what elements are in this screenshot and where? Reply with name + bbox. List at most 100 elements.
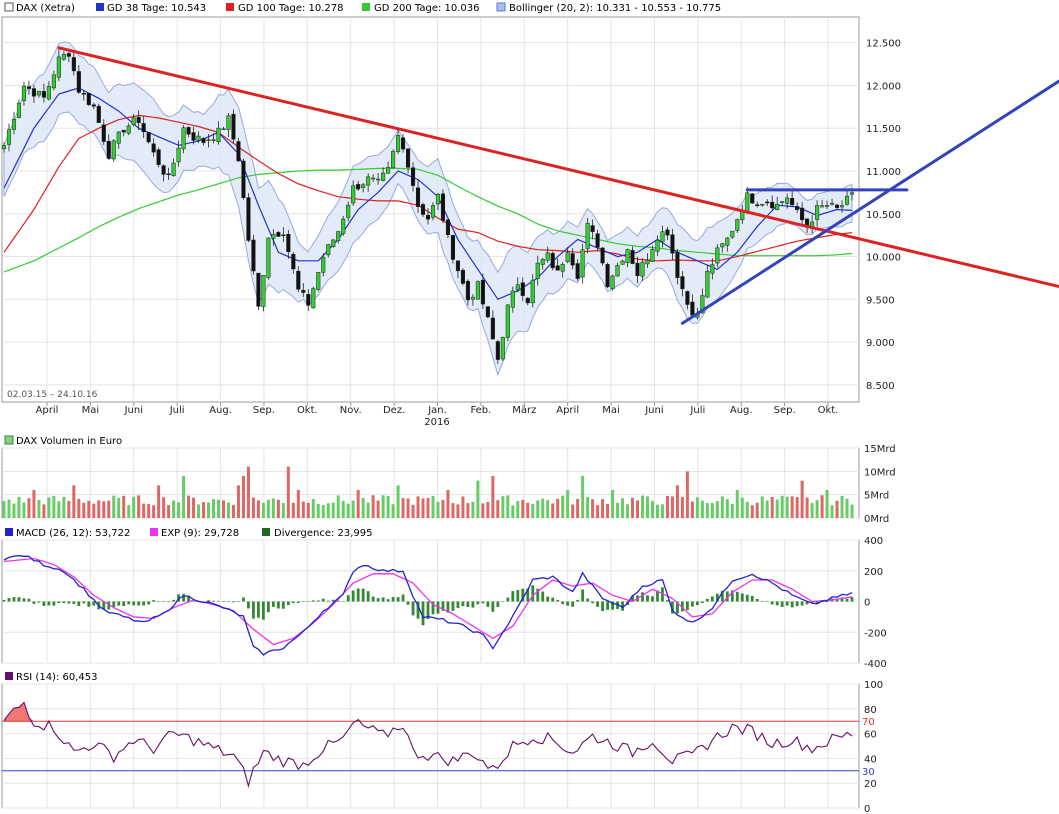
candle-body [166, 173, 171, 176]
divergence-bar [217, 600, 220, 602]
price-y-tick: 9.500 [866, 295, 895, 306]
candle-body [246, 197, 251, 241]
volume-bar [441, 500, 445, 518]
candle-body [640, 261, 645, 277]
price-y-tick: 10.000 [866, 253, 901, 264]
price-panel: DAX (Xetra) GD 38 Tage: 10.543 GD 100 Ta… [1, 2, 1059, 428]
volume-bar [641, 495, 645, 518]
candle-body [795, 206, 800, 210]
volume-bar [591, 499, 595, 518]
divergence-bar [795, 601, 799, 607]
divergence-bar [551, 597, 555, 602]
divergence-bar [491, 601, 495, 612]
price-x-tick: Juni [644, 405, 663, 416]
candle-body [86, 93, 91, 105]
candle-body [685, 291, 690, 305]
legend-swatch-bollinger [496, 2, 506, 12]
candle-body [326, 244, 331, 256]
candle-body [56, 56, 61, 78]
candle-body [261, 275, 266, 307]
candle-body [51, 74, 56, 89]
divergence-bar [22, 598, 26, 602]
macd-y-tick: -200 [864, 628, 887, 639]
divergence-bar [152, 600, 156, 602]
volume-bar [142, 503, 146, 518]
volume-y-tick: 10Mrd [864, 467, 896, 478]
divergence-bar [247, 601, 250, 609]
candle-body [815, 205, 820, 220]
candle-body [790, 198, 795, 206]
divergence-bar [476, 601, 480, 605]
candle-body [755, 204, 760, 206]
volume-bar [431, 495, 435, 518]
volume-bar [162, 497, 166, 518]
candle-body [705, 270, 710, 298]
legend-swatch-macd [5, 528, 13, 536]
divergence-bar [62, 601, 66, 604]
divergence-bar [845, 598, 849, 602]
volume-bar [790, 496, 794, 518]
candle-body [151, 143, 156, 153]
divergence-bar [461, 601, 465, 607]
divergence-bar [167, 601, 171, 602]
divergence-bar [641, 592, 644, 602]
divergence-bar [271, 601, 275, 607]
candle-body [161, 165, 166, 175]
candle-body [745, 192, 750, 212]
volume-bar [167, 505, 171, 518]
divergence-bar [321, 598, 325, 602]
candle-body [725, 237, 730, 246]
candle-body [620, 260, 625, 265]
divergence-bar [286, 601, 290, 606]
volume-bar [286, 466, 290, 518]
volume-bar [17, 496, 21, 518]
volume-bar [745, 501, 749, 518]
candle-body [346, 204, 351, 218]
price-x-tick: Juli [169, 405, 185, 416]
volume-bar [376, 500, 380, 518]
candle-body [590, 225, 595, 232]
candle-body [710, 264, 715, 274]
candle-body [36, 90, 41, 96]
price-x-tick: Feb. [470, 405, 491, 416]
divergence-bar [541, 591, 545, 602]
oversold-label: 30 [862, 767, 875, 778]
candle-body [500, 337, 505, 360]
candle-body [306, 294, 311, 306]
candle-body [455, 260, 460, 272]
volume-bar [276, 499, 280, 518]
volume-bar [845, 498, 849, 518]
rsi-y-tick: 0 [864, 804, 870, 814]
volume-bar [810, 503, 814, 518]
candle-body [485, 306, 490, 318]
volume-bar [296, 490, 300, 518]
volume-bar [336, 495, 340, 518]
divergence-bar [561, 601, 565, 605]
candle-body [690, 301, 695, 316]
candle-body [351, 185, 356, 204]
price-x-tick: Sep. [253, 405, 275, 416]
divergence-bar [740, 593, 744, 602]
candle-body [410, 167, 416, 186]
volume-bar [536, 500, 540, 518]
candle-body [465, 280, 470, 301]
divergence-bar [67, 601, 71, 604]
divergence-bar [2, 599, 6, 602]
divergence-bar [566, 601, 570, 606]
candle-body [515, 284, 520, 291]
candle-body [770, 201, 775, 209]
volume-bar [521, 499, 525, 518]
volume-bar [446, 490, 450, 518]
candle-body [615, 264, 620, 277]
volume-bar [491, 476, 495, 518]
volume-bar [556, 498, 560, 518]
candle-body [565, 252, 570, 262]
candle-body [630, 250, 635, 264]
rsi-panel: RSI (14): 60,453 100 80 60 40 20 0 70 30 [1, 672, 883, 814]
divergence-bar [296, 601, 300, 603]
legend-exp: EXP (9): 29,728 [161, 528, 239, 539]
divergence-bar [132, 601, 136, 606]
price-y-tick: 8.500 [866, 381, 895, 392]
candle-body [625, 249, 630, 264]
candle-body [765, 201, 770, 204]
